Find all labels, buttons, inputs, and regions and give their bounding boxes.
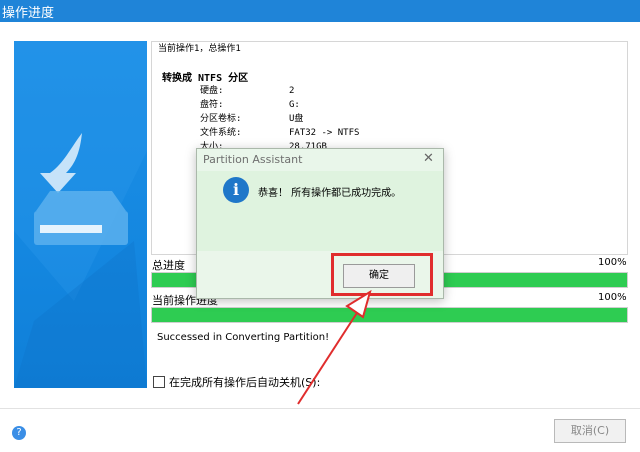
current-progress-percent: 100% bbox=[598, 292, 627, 303]
title-bar: 操作进度 bbox=[0, 0, 640, 22]
current-progress-bar bbox=[151, 307, 628, 323]
log-key-disk: 硬盘: bbox=[200, 86, 224, 96]
log-summary: 当前操作1，总操作1 bbox=[158, 44, 241, 54]
side-illustration bbox=[14, 41, 147, 388]
shutdown-checkbox[interactable] bbox=[153, 376, 165, 388]
log-value-label: U盘 bbox=[289, 114, 304, 124]
download-drive-icon bbox=[14, 41, 147, 388]
log-value-filesystem: FAT32 -> NTFS bbox=[289, 128, 360, 138]
ok-button-highlight bbox=[331, 253, 433, 296]
status-message: Successed in Converting Partition! bbox=[157, 332, 330, 343]
shutdown-option[interactable]: 在完成所有操作后自动关机(S): bbox=[153, 374, 320, 390]
log-value-letter: G: bbox=[289, 100, 300, 110]
log-key-label: 分区卷标: bbox=[200, 114, 242, 124]
current-progress-fill bbox=[152, 308, 627, 322]
footer-divider bbox=[0, 408, 640, 409]
dialog-message: 恭喜！ 所有操作都已成功完成。 bbox=[258, 188, 402, 199]
log-key-letter: 盘符: bbox=[200, 100, 224, 110]
cancel-button[interactable]: 取消(C) bbox=[554, 419, 626, 443]
total-progress-percent: 100% bbox=[598, 257, 627, 268]
close-icon[interactable]: ✕ bbox=[423, 151, 434, 166]
question-icon[interactable]: ? bbox=[12, 426, 26, 440]
log-value-disk: 2 bbox=[289, 86, 295, 96]
total-progress-label: 总进度 bbox=[152, 259, 185, 272]
log-key-filesystem: 文件系统: bbox=[200, 128, 242, 138]
info-icon: i bbox=[223, 177, 249, 203]
window-title: 操作进度 bbox=[2, 6, 55, 21]
shutdown-label: 在完成所有操作后自动关机(S): bbox=[169, 376, 321, 389]
dialog-title: Partition Assistant bbox=[203, 153, 303, 166]
